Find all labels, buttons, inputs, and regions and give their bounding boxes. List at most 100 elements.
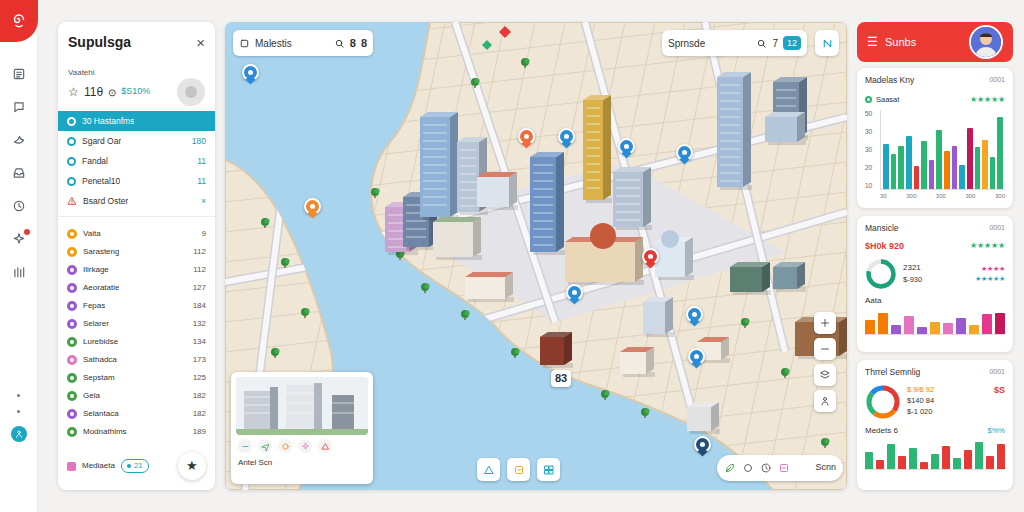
checkbox-icon [239,38,250,49]
filter-row[interactable]: Bsard Oster× [58,191,215,211]
filter-row[interactable]: Sgard Oar180 [58,131,215,151]
dot [17,410,20,413]
rail-item[interactable] [11,99,27,115]
category-list: Vaita9 Sarasteng 112 Ilirkage112Aeoratatie1… [58,225,215,441]
category-row[interactable]: Selantaca182 [58,405,215,423]
marker[interactable] [238,439,252,453]
map-action-button[interactable] [537,458,560,481]
map-action-button[interactable] [507,458,530,481]
card-header: Thrrel Semnlig0001 [865,367,1005,378]
y-tick: 30 [865,128,877,136]
category-count: 189 [193,426,206,438]
y-tick: 20 [865,164,877,172]
preview-thumbnail [236,377,368,435]
category-row[interactable]: Sepstam125 [58,369,215,387]
bar [942,446,950,469]
category-row[interactable]: Aeoratatie127 [58,279,215,297]
map-pin[interactable] [303,198,321,221]
rail-item[interactable] [11,165,27,181]
map-action-button[interactable] [477,458,500,481]
marker[interactable] [298,439,312,453]
map-pin[interactable] [685,306,703,329]
rail-item[interactable] [11,264,27,280]
rail-item[interactable] [11,66,27,82]
marker[interactable] [258,439,272,453]
menu-button[interactable]: ☰ [867,33,878,51]
map-pin[interactable] [565,284,583,307]
rail-item[interactable] [11,198,27,214]
rail-item[interactable] [11,132,27,148]
marker[interactable] [278,439,292,453]
app-logo[interactable] [0,0,38,42]
map-pin[interactable] [693,436,711,459]
preview-card[interactable]: Antel Scn [231,372,373,484]
category-dot-icon [67,391,77,401]
bar [964,450,972,469]
chip[interactable]: 7 [772,36,778,51]
category-row[interactable]: Fepas184 [58,297,215,315]
bar [997,444,1005,469]
workspace: Supulsga×Vaatehi☆11θ⊙$S10%30 HastanfmsSg… [38,0,1013,512]
favorite-button[interactable]: ★ [178,452,206,480]
category-row[interactable]: Vaita9 [58,225,215,243]
navigate-button[interactable] [815,30,839,56]
help-button[interactable] [11,426,27,442]
amount: $140 84 [907,395,934,406]
category-row[interactable]: Sarasteng 112 [58,243,215,261]
map-pin[interactable] [241,64,259,87]
rail-item[interactable] [11,231,27,247]
map-pin[interactable] [617,138,635,161]
map-pin[interactable] [517,128,535,151]
category-row[interactable]: Lurebidse134 [58,333,215,351]
category-row[interactable]: Sathadca173 [58,351,215,369]
map-pin[interactable] [675,144,693,167]
category-label: Selarer [83,318,109,330]
panel-header: Supulsga× [58,22,215,62]
triangle-icon [483,464,495,476]
category-count: 112 [193,246,206,258]
zoom-out-icon [819,343,831,355]
map-toolbar[interactable]: Scnn [717,455,843,481]
category-count: 182 [193,390,206,402]
amounts: $ 9/6 92$140 84$-1 020 [907,384,934,417]
category-row[interactable]: Ilirkage112 [58,261,215,279]
bar [920,462,928,468]
map-pin[interactable] [687,348,705,371]
close-button[interactable]: × [196,35,205,50]
category-row[interactable]: Selarer132 [58,315,215,333]
filter-row[interactable]: 30 Hastanfms [58,111,215,131]
filter-row[interactable]: Penetal1011 [58,171,215,191]
filter-row[interactable]: Fandal11 [58,151,215,171]
user-avatar[interactable] [969,25,1003,59]
map-label[interactable]: 83 [551,370,571,387]
amount: $H0k 920 [865,240,904,254]
bar [898,146,904,189]
chip[interactable]: 8 [350,35,356,52]
map-control-button[interactable] [814,364,836,386]
y-tick: 30 [865,146,877,154]
map-view[interactable]: Malestis88 Sprnsde712 83 Antel Scn Scnn [225,22,847,490]
search-bar[interactable]: Sprnsde712 [662,30,807,56]
map-control-button[interactable] [814,338,836,360]
count-badge[interactable]: 21 [121,459,149,473]
map-control-button[interactable] [814,390,836,412]
bar [997,117,1003,188]
bar [876,460,884,468]
map-pin[interactable] [557,128,575,151]
map-control-button[interactable] [814,312,836,334]
search-bar[interactable]: Malestis88 [233,30,373,56]
category-row[interactable]: Gela182 [58,387,215,405]
bar-chart [865,309,1005,335]
category-count: 173 [193,354,206,366]
bar [982,140,988,189]
toggle-button[interactable] [177,78,205,106]
amount: $-1 020 [907,406,934,417]
bar [865,320,875,334]
category-label: Sarasteng [83,246,119,258]
bar [986,456,994,468]
map-pin[interactable] [641,248,659,271]
marker[interactable] [318,439,332,453]
chip[interactable]: 8 [361,35,367,52]
category-row[interactable]: Modnathims189 [58,423,215,441]
inbox-icon [12,166,26,180]
